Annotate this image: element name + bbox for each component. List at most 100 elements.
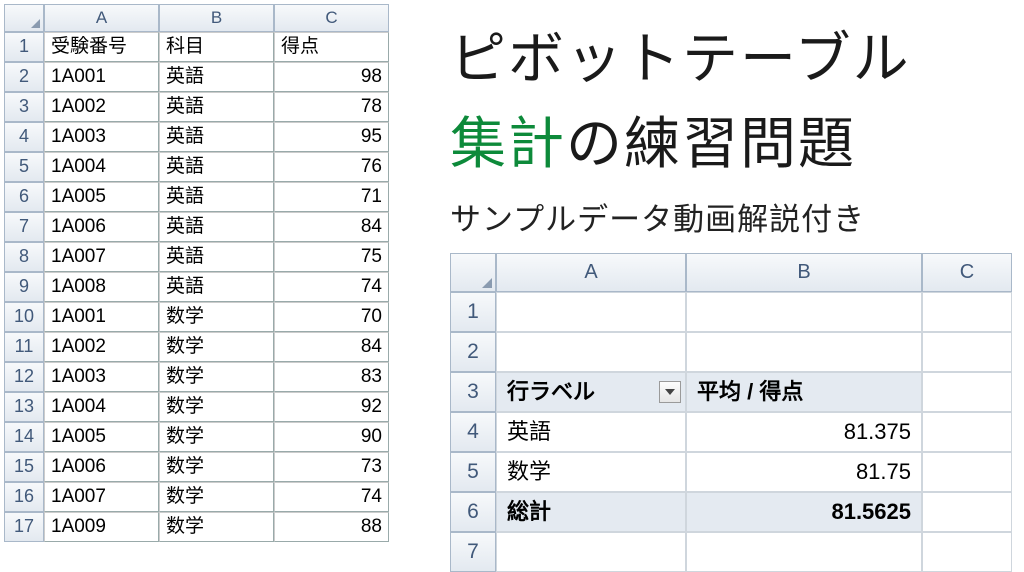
cell[interactable]: 1A002 (44, 92, 159, 122)
cell[interactable]: 英語 (159, 242, 274, 272)
pivot-grand-total-label[interactable]: 総計 (496, 492, 686, 532)
cell[interactable] (686, 292, 922, 332)
row-header[interactable]: 5 (450, 452, 496, 492)
col-header-c[interactable]: C (274, 4, 389, 32)
cell[interactable] (922, 412, 1012, 452)
cell[interactable]: 71 (274, 182, 389, 212)
cell[interactable]: 数学 (159, 482, 274, 512)
row-header[interactable]: 5 (4, 152, 44, 182)
cell-c1[interactable]: 得点 (274, 32, 389, 62)
cell[interactable] (922, 372, 1012, 412)
row-header[interactable]: 10 (4, 302, 44, 332)
select-all-corner[interactable] (4, 4, 44, 32)
cell[interactable]: 83 (274, 362, 389, 392)
col-header-a[interactable]: A (496, 253, 686, 292)
cell[interactable]: 74 (274, 272, 389, 302)
pivot-grand-total-value[interactable]: 81.5625 (686, 492, 922, 532)
cell[interactable] (496, 532, 686, 572)
filter-dropdown-button[interactable] (659, 381, 681, 403)
col-header-a[interactable]: A (44, 4, 159, 32)
cell[interactable]: 78 (274, 92, 389, 122)
cell[interactable]: 1A001 (44, 302, 159, 332)
cell[interactable]: 92 (274, 392, 389, 422)
cell[interactable]: 英語 (159, 152, 274, 182)
cell[interactable]: 1A006 (44, 452, 159, 482)
row-header[interactable]: 12 (4, 362, 44, 392)
cell[interactable]: 英語 (159, 62, 274, 92)
cell[interactable]: 英語 (159, 212, 274, 242)
cell[interactable]: 英語 (159, 272, 274, 302)
cell[interactable]: 数学 (159, 362, 274, 392)
cell[interactable]: 73 (274, 452, 389, 482)
cell[interactable]: 数学 (159, 422, 274, 452)
cell[interactable]: 1A001 (44, 62, 159, 92)
row-header[interactable]: 4 (4, 122, 44, 152)
cell[interactable] (922, 492, 1012, 532)
row-header[interactable]: 1 (450, 292, 496, 332)
cell[interactable]: 1A002 (44, 332, 159, 362)
cell[interactable]: 1A003 (44, 122, 159, 152)
cell-a1[interactable]: 受験番号 (44, 32, 159, 62)
cell[interactable]: 数学 (159, 332, 274, 362)
cell[interactable]: 英語 (159, 92, 274, 122)
row-header[interactable]: 7 (4, 212, 44, 242)
col-header-b[interactable]: B (159, 4, 274, 32)
pivot-value-header[interactable]: 平均 / 得点 (686, 372, 922, 412)
cell[interactable] (922, 452, 1012, 492)
cell[interactable] (496, 332, 686, 372)
row-header[interactable]: 4 (450, 412, 496, 452)
row-header[interactable]: 2 (4, 62, 44, 92)
cell[interactable]: 84 (274, 332, 389, 362)
cell[interactable]: 1A006 (44, 212, 159, 242)
cell[interactable]: 84 (274, 212, 389, 242)
cell[interactable] (496, 292, 686, 332)
pivot-row-label[interactable]: 英語 (496, 412, 686, 452)
row-header[interactable]: 6 (4, 182, 44, 212)
cell[interactable]: 英語 (159, 122, 274, 152)
cell[interactable]: 数学 (159, 392, 274, 422)
cell[interactable]: 1A004 (44, 152, 159, 182)
cell[interactable]: 95 (274, 122, 389, 152)
cell[interactable]: 数学 (159, 302, 274, 332)
cell[interactable]: 1A005 (44, 182, 159, 212)
cell[interactable]: 1A007 (44, 482, 159, 512)
cell[interactable]: 1A003 (44, 362, 159, 392)
cell[interactable]: 数学 (159, 452, 274, 482)
cell-b1[interactable]: 科目 (159, 32, 274, 62)
cell[interactable]: 75 (274, 242, 389, 272)
row-header[interactable]: 14 (4, 422, 44, 452)
pivot-value[interactable]: 81.375 (686, 412, 922, 452)
cell[interactable] (686, 532, 922, 572)
cell[interactable]: 1A005 (44, 422, 159, 452)
cell[interactable] (686, 332, 922, 372)
row-header[interactable]: 8 (4, 242, 44, 272)
row-header[interactable]: 3 (4, 92, 44, 122)
cell[interactable]: 英語 (159, 182, 274, 212)
cell[interactable]: 90 (274, 422, 389, 452)
pivot-value[interactable]: 81.75 (686, 452, 922, 492)
row-header[interactable]: 7 (450, 532, 496, 572)
select-all-corner[interactable] (450, 253, 496, 292)
row-header[interactable]: 9 (4, 272, 44, 302)
row-header[interactable]: 3 (450, 372, 496, 412)
row-header[interactable]: 1 (4, 32, 44, 62)
cell[interactable] (922, 292, 1012, 332)
cell[interactable]: 74 (274, 482, 389, 512)
cell[interactable]: 1A008 (44, 272, 159, 302)
cell[interactable] (922, 332, 1012, 372)
row-header[interactable]: 11 (4, 332, 44, 362)
row-header[interactable]: 6 (450, 492, 496, 532)
cell[interactable]: 76 (274, 152, 389, 182)
cell[interactable]: 1A007 (44, 242, 159, 272)
cell[interactable]: 1A004 (44, 392, 159, 422)
cell[interactable]: 98 (274, 62, 389, 92)
pivot-row-label[interactable]: 数学 (496, 452, 686, 492)
row-header[interactable]: 2 (450, 332, 496, 372)
pivot-row-label-header[interactable]: 行ラベル (496, 372, 686, 412)
col-header-b[interactable]: B (686, 253, 922, 292)
cell[interactable]: 70 (274, 302, 389, 332)
row-header[interactable]: 16 (4, 482, 44, 512)
col-header-c[interactable]: C (922, 253, 1012, 292)
cell[interactable] (922, 532, 1012, 572)
row-header[interactable]: 13 (4, 392, 44, 422)
